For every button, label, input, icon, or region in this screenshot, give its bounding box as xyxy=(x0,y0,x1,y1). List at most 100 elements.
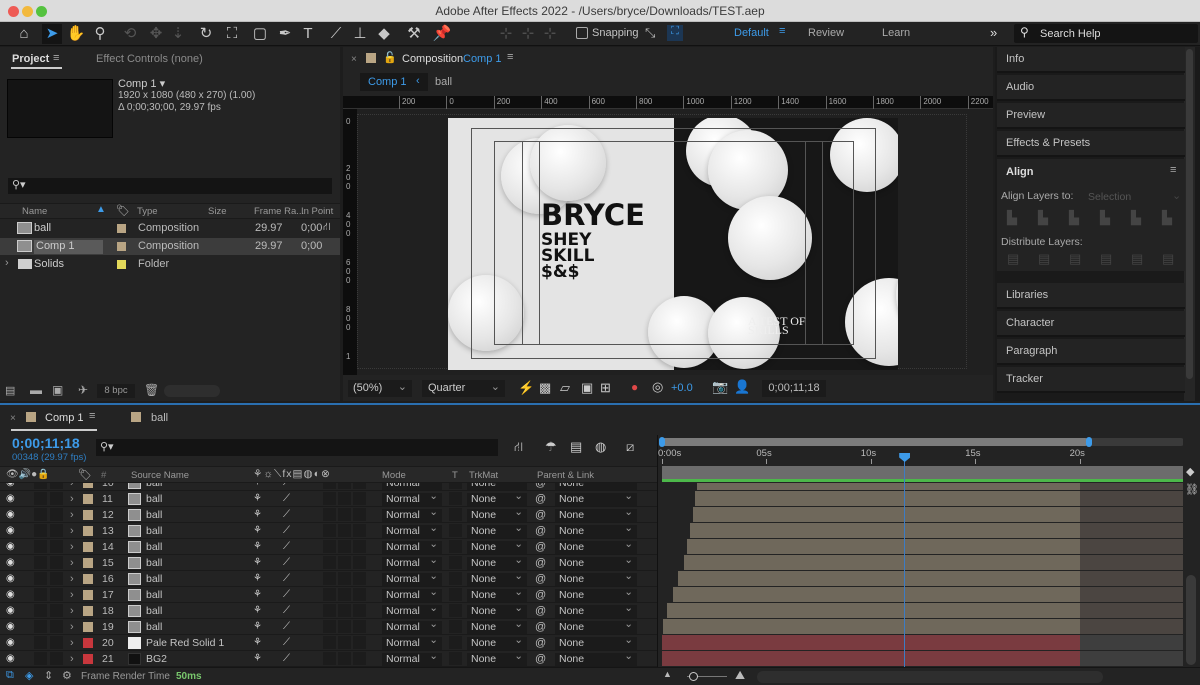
layer-switches-toggle-icon[interactable]: ⧉ xyxy=(6,669,14,682)
transfer-controls-toggle-icon[interactable]: ◈ xyxy=(25,669,33,682)
switch-cell[interactable] xyxy=(338,636,351,649)
align-panel-title[interactable]: Align xyxy=(1006,166,1034,178)
layer-mode-dropdown[interactable]: Normal xyxy=(382,522,442,538)
project-item-ball[interactable]: ball Composition 29.97 0;00 ⛙ xyxy=(0,220,340,237)
layer-mode-dropdown[interactable]: Normal xyxy=(382,602,442,618)
pick-whip-icon[interactable]: @ xyxy=(535,573,546,585)
expand-layer-icon[interactable]: › xyxy=(70,605,74,617)
selected-item-name[interactable]: Comp 1 ▾ xyxy=(118,77,165,90)
expand-layer-icon[interactable]: › xyxy=(70,483,74,489)
switch-cell[interactable] xyxy=(323,652,336,665)
lock-switch[interactable] xyxy=(50,483,63,489)
timeline-tab-ball[interactable]: ball xyxy=(151,412,168,424)
switch-cell[interactable] xyxy=(323,524,336,537)
zoom-tool-icon[interactable]: ⚲ xyxy=(90,24,110,44)
canvas-subtitle-block[interactable]: SHEY SKILL $&$ xyxy=(541,232,594,281)
pick-whip-icon[interactable]: @ xyxy=(535,589,546,601)
switch-cell[interactable] xyxy=(353,483,366,489)
expand-layer-icon[interactable]: › xyxy=(70,541,74,553)
lock-switch[interactable] xyxy=(50,556,63,569)
layer-trkmat-dropdown[interactable]: None xyxy=(467,634,527,650)
panel-tracker[interactable]: Tracker xyxy=(997,367,1185,393)
layer-trkmat-dropdown[interactable]: None xyxy=(467,483,527,490)
close-tab-icon[interactable]: × xyxy=(10,413,16,424)
layer-trkmat-dropdown[interactable]: None xyxy=(467,650,527,666)
column-layer-number[interactable]: # xyxy=(101,470,106,481)
switch-cell[interactable] xyxy=(323,508,336,521)
layer-parent-dropdown[interactable]: None xyxy=(555,634,637,650)
home-icon[interactable]: ⌂ xyxy=(14,24,34,44)
layer-label-swatch[interactable] xyxy=(83,483,93,488)
layer-duration-bar[interactable] xyxy=(667,603,1080,618)
distribute-v-center-icon[interactable]: ▤ xyxy=(1038,251,1050,267)
pan-behind-icon[interactable]: ⛶ xyxy=(222,24,242,44)
close-tab-icon[interactable]: × xyxy=(351,54,357,65)
time-navigator[interactable] xyxy=(659,437,1184,447)
search-help-field[interactable]: ⚲ Search Help xyxy=(1014,24,1198,43)
expand-layer-icon[interactable]: › xyxy=(70,557,74,569)
layer-label-swatch[interactable] xyxy=(83,558,93,568)
project-item-comp-1[interactable]: Comp 1 Composition 29.97 0;00 xyxy=(0,238,340,255)
shy-switch-icon[interactable]: ⚘ xyxy=(253,541,262,552)
layer-row[interactable]: ◉ › 21 BG2 ⚘ ⟋ Normal None @ None xyxy=(0,650,657,667)
playhead[interactable] xyxy=(899,453,911,667)
expand-layer-icon[interactable]: › xyxy=(70,509,74,521)
snapping-checkbox[interactable] xyxy=(576,27,588,39)
column-trkmat[interactable]: TrkMat xyxy=(469,470,498,481)
solo-switch[interactable] xyxy=(34,524,47,537)
layer-duration-bar[interactable] xyxy=(677,571,1080,586)
quality-switch-icon[interactable]: ⟋ xyxy=(283,637,290,648)
lock-switch[interactable] xyxy=(50,508,63,521)
quality-switch-icon[interactable]: ⟋ xyxy=(283,557,290,568)
layer-parent-dropdown[interactable]: None xyxy=(555,522,637,538)
eye-visibility-icon[interactable]: ◉ xyxy=(6,653,15,664)
breadcrumb-ball[interactable]: ball xyxy=(435,76,452,88)
puppet-pin-icon[interactable]: 📌 xyxy=(432,24,452,44)
preserve-transparency-toggle[interactable] xyxy=(449,604,462,617)
switch-cell[interactable] xyxy=(353,508,366,521)
layer-mode-dropdown[interactable]: Normal xyxy=(382,506,442,522)
column-source-name[interactable]: Source Name xyxy=(131,470,189,481)
orbit-camera-icon[interactable]: ⟲ xyxy=(120,24,140,44)
distribute-left-icon[interactable]: ▤ xyxy=(1100,251,1112,267)
switch-cell[interactable] xyxy=(353,588,366,601)
switch-cell[interactable] xyxy=(338,483,351,489)
layer-trkmat-dropdown[interactable]: None xyxy=(467,506,527,522)
solo-switch[interactable] xyxy=(34,483,47,489)
type-tool-icon[interactable]: T xyxy=(298,24,318,44)
layer-name[interactable]: Pale Red Solid 1 xyxy=(146,637,224,649)
workspace-review[interactable]: Review xyxy=(808,27,844,39)
vertical-ruler[interactable]: 0 200 400 600 800 1 xyxy=(343,109,357,375)
solo-switch[interactable] xyxy=(34,636,47,649)
switch-cell[interactable] xyxy=(323,540,336,553)
navigator-end-handle[interactable] xyxy=(1086,437,1092,447)
canvas-title-text[interactable]: BRYCE xyxy=(541,201,645,230)
right-panel-scrollbar[interactable] xyxy=(1184,47,1195,401)
switch-cell[interactable] xyxy=(323,636,336,649)
expand-layer-icon[interactable]: › xyxy=(70,621,74,633)
column-t[interactable]: T xyxy=(452,470,458,481)
layer-label-swatch[interactable] xyxy=(83,510,93,520)
switch-cell[interactable] xyxy=(353,572,366,585)
solo-switch[interactable] xyxy=(34,588,47,601)
layer-name[interactable]: ball xyxy=(146,557,162,569)
lock-switch[interactable] xyxy=(50,588,63,601)
layer-mode-dropdown[interactable]: Normal xyxy=(382,634,442,650)
layer-name[interactable]: ball xyxy=(146,573,162,585)
rectangle-tool-icon[interactable]: ▢ xyxy=(250,24,270,44)
resolution-dropdown[interactable]: Quarter ⌄ xyxy=(422,380,505,397)
quality-switch-icon[interactable]: ⟋ xyxy=(283,509,290,520)
switch-cell[interactable] xyxy=(323,620,336,633)
align-right-icon[interactable]: ▙ xyxy=(1069,210,1079,226)
composition-tab-comp[interactable]: Comp 1 xyxy=(463,53,502,65)
label-swatch[interactable] xyxy=(117,224,126,233)
layer-parent-dropdown[interactable]: None xyxy=(555,586,637,602)
preserve-transparency-toggle[interactable] xyxy=(449,556,462,569)
layer-duration-bar[interactable] xyxy=(697,483,1080,490)
flowchart-icon[interactable]: ⛙ xyxy=(323,221,331,235)
layer-trkmat-dropdown[interactable]: None xyxy=(467,490,527,506)
switch-cell[interactable] xyxy=(323,483,336,489)
in-out-toggle-icon[interactable]: ⇕ xyxy=(44,669,53,682)
layer-parent-dropdown[interactable]: None xyxy=(555,554,637,570)
shy-switch-icon[interactable]: ⚘ xyxy=(253,653,262,664)
